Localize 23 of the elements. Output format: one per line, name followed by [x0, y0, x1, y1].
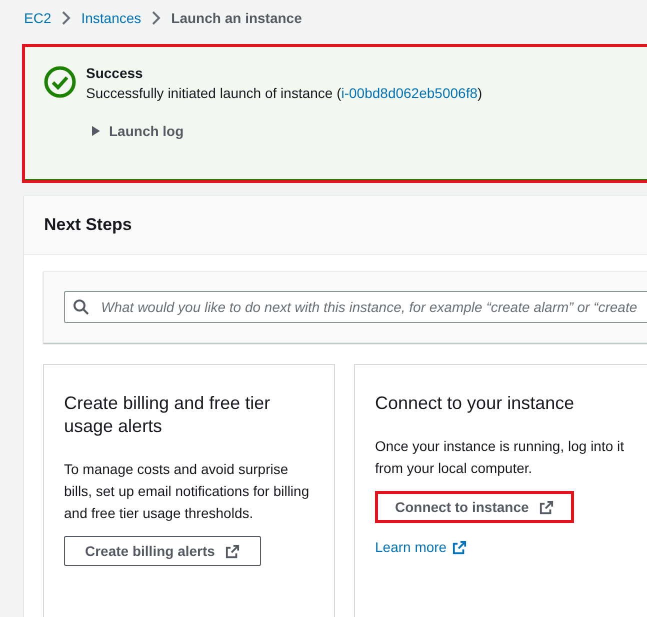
- external-link-icon: [224, 544, 240, 558]
- card-description: To manage costs and avoid surprise bills, set up email notifications for billing and free tier usage thresholds.: [64, 460, 310, 523]
- alert-title: Success: [86, 64, 143, 83]
- card-title: Create billing and free tier usage alerts: [64, 392, 272, 438]
- panel-title: Next Steps: [44, 215, 132, 234]
- instance-id-link[interactable]: i-00bd8d062eb5006f8: [341, 85, 478, 101]
- breadcrumb-link[interactable]: EC2: [24, 10, 52, 26]
- launch-log-toggle[interactable]: Launch log: [86, 123, 184, 139]
- chevron-right-icon: [61, 11, 72, 25]
- learn-more-link[interactable]: Learn more: [375, 539, 467, 555]
- card-description: Once your instance is running, log into it from your local computer.: [375, 437, 626, 478]
- action-button[interactable]: Create billing alerts: [64, 536, 261, 566]
- check-circle-icon: [44, 66, 76, 98]
- search-icon: [73, 299, 89, 315]
- search-field[interactable]: What would you like to do next with this instance, for example “create alarm” or “create: [64, 291, 647, 323]
- external-link-icon: [452, 540, 467, 554]
- external-link-icon: [538, 500, 554, 514]
- chevron-right-icon: [151, 11, 162, 25]
- breadcrumb-link[interactable]: Instances: [81, 10, 142, 26]
- card-title: Connect to your instance: [375, 392, 576, 415]
- breadcrumb-current: Launch an instance: [171, 10, 302, 26]
- caret-icon: [91, 126, 101, 136]
- alert-message: Successfully initiated launch of instance (i-00bd8d062eb5006f8): [86, 84, 482, 103]
